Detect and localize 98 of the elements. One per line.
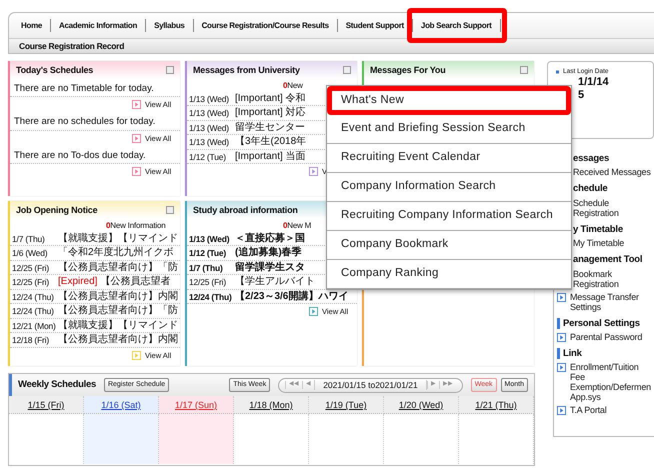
sidebar-link[interactable]: Enrollment/Tuition Fee Exemption/Defermen App.sys — [570, 362, 652, 402]
sidebar-heading: essages — [572, 153, 610, 164]
message-title[interactable]: 留学課学生スタ — [235, 260, 305, 274]
menu-item[interactable]: Recruiting Event Calendar — [327, 144, 571, 173]
menu-item[interactable]: What's New — [327, 86, 571, 115]
sidebar-link[interactable]: Message Transfer Settings — [570, 292, 652, 312]
nav-tab[interactable]: Academic Information — [51, 19, 146, 32]
arrow-square-icon — [132, 100, 141, 110]
message-date: 12/25 (Fri) — [12, 262, 50, 274]
arrow-square-icon — [557, 363, 566, 372]
arrow-square-icon — [132, 167, 141, 176]
day-header[interactable]: 1/18 (Mon) — [234, 396, 309, 414]
sidebar-heading: chedule — [572, 183, 608, 195]
nav-tab[interactable]: Course Registration/Course Results — [194, 19, 338, 32]
menu-item[interactable]: Company Information Search — [327, 173, 571, 202]
day-header[interactable]: 1/20 (Wed) — [384, 396, 459, 414]
message-date: 1/12 (Tue) — [189, 247, 228, 260]
message-date: 1/12 (Tue) — [189, 150, 227, 164]
message-date: 1/13 (Wed) — [189, 92, 230, 106]
arrow-square-icon — [132, 350, 141, 360]
sidebar-link[interactable]: Parental Password — [570, 332, 642, 342]
message-title[interactable]: 【公務員志望者向け】内閣 — [58, 290, 178, 304]
panel-title: Today's Schedules — [16, 64, 94, 76]
expired-label: [Expired] — [58, 275, 98, 289]
sidebar-heading: anagement Tool — [572, 254, 644, 266]
message-date: 12/18 (Fri) — [12, 334, 50, 347]
day-header[interactable]: 1/16 (Sat) — [84, 396, 159, 414]
day-header[interactable]: 1/17 (Sun) — [159, 396, 234, 414]
sidebar-heading: Personal Settings — [557, 318, 652, 329]
new-count-text: 0New — [283, 80, 304, 92]
message-date: 12/24 (Thu) — [189, 290, 233, 304]
message-title[interactable]: 【公務員志望者向け】「防 — [58, 260, 178, 274]
last-login-date: 5 — [577, 89, 586, 102]
message-date: 12/25 (Fri) — [189, 276, 228, 289]
collapse-toggle-icon[interactable] — [166, 66, 174, 74]
message-title[interactable]: 【学生アルバイト — [235, 275, 315, 289]
message-date: 12/25 (Fri) — [12, 276, 50, 289]
panel-title: Job Opening Notice — [16, 204, 98, 216]
menu-item[interactable]: Event and Briefing Session Search — [327, 115, 571, 144]
message-date: 1/13 (Wed) — [189, 136, 230, 149]
arrow-square-icon — [309, 167, 318, 176]
sidebar-heading: Link — [557, 348, 652, 360]
panel-title: Study abroad information — [193, 204, 298, 216]
message-date: 12/24 (Thu) — [12, 305, 55, 318]
message-date: 12/24 (Thu) — [12, 290, 55, 304]
sidebar-heading: y Timetable — [572, 224, 624, 236]
message-title[interactable]: [Important] 令和 — [235, 92, 306, 106]
sub-nav-tab[interactable]: Course Registration Record — [19, 40, 124, 52]
message-date: 1/13 (Wed) — [189, 122, 230, 134]
arrow-square-icon — [309, 307, 318, 316]
message-title[interactable]: 【公務員志望者向け】内閣 — [58, 333, 178, 347]
message-title[interactable]: [Important] 当面 — [235, 150, 306, 164]
menu-item[interactable]: Company Bookmark — [327, 231, 571, 260]
collapse-toggle-icon[interactable] — [166, 206, 174, 214]
message-title[interactable]: [Important] 対応 — [235, 106, 306, 120]
new-count-text: 0New M — [283, 220, 312, 232]
message-title[interactable]: ＜直接応募＞国 — [235, 232, 305, 246]
nav-tab[interactable]: Home — [13, 19, 52, 32]
message-date: 1/13 (Wed) — [189, 232, 230, 246]
schedule-message: There are no Timetable for today. — [10, 79, 180, 98]
date-range: 2021/01/15 to2021/01/21 — [314, 380, 427, 390]
weekly-title: Weekly Schedules — [18, 379, 96, 391]
menu-item[interactable]: Recruiting Company Information Search — [327, 202, 571, 231]
message-title[interactable]: 【3年生(2018年 — [235, 135, 306, 149]
collapse-toggle-icon[interactable] — [520, 66, 528, 74]
message-title[interactable]: 【就職支援】【リマインド — [58, 318, 178, 332]
message-title[interactable]: 【2/23～3/6開講】ハワイ — [235, 290, 348, 304]
nav-tab[interactable]: Student Support — [338, 19, 413, 32]
sidebar-link[interactable]: T.A Portal — [570, 405, 607, 416]
arrow-square-icon — [557, 292, 566, 302]
message-date: 1/7 (Thu) — [12, 232, 46, 246]
message-date: 12/21 (Mon) — [12, 320, 57, 332]
schedule-message: There are no schedules for today. — [10, 112, 180, 131]
menu-item[interactable]: Company Ranking — [327, 260, 571, 289]
panel-title: Messages For You — [370, 64, 446, 76]
nav-tab[interactable]: Job Search Support — [412, 19, 501, 32]
new-count-text: 0New Information — [106, 220, 166, 232]
message-date: 1/6 (Wed) — [12, 247, 48, 260]
message-date: 1/7 (Thu) — [189, 262, 224, 274]
login-marker-icon — [556, 68, 559, 76]
message-title[interactable]: 【公務員志望者向け】「防 — [58, 304, 178, 318]
day-header[interactable]: 1/21 (Thu) — [459, 396, 534, 414]
collapse-toggle-icon[interactable] — [343, 66, 351, 74]
schedule-message: There are no To-dos due today. — [10, 146, 180, 164]
message-title[interactable]: (追加募集)春季 — [235, 246, 302, 260]
message-title[interactable]: 留学生センター — [235, 120, 305, 134]
day-header[interactable]: 1/19 (Tue) — [309, 396, 384, 414]
panel-title: Messages from University — [193, 64, 300, 76]
message-title[interactable]: 【公務員志望者 — [100, 275, 170, 289]
day-header[interactable]: 1/15 (Fri) — [9, 396, 84, 414]
message-date: 1/13 (Wed) — [189, 107, 230, 120]
arrow-square-icon — [557, 406, 566, 416]
arrow-square-icon — [132, 134, 141, 143]
message-title[interactable]: 「令和2年度北九州イクボ — [58, 246, 174, 260]
arrow-square-icon — [557, 332, 566, 342]
message-title[interactable]: 【就職支援】【リマインド — [58, 232, 178, 246]
nav-tab[interactable]: Syllabus — [146, 19, 194, 32]
last-login-date: 1/1/14 — [577, 76, 610, 90]
